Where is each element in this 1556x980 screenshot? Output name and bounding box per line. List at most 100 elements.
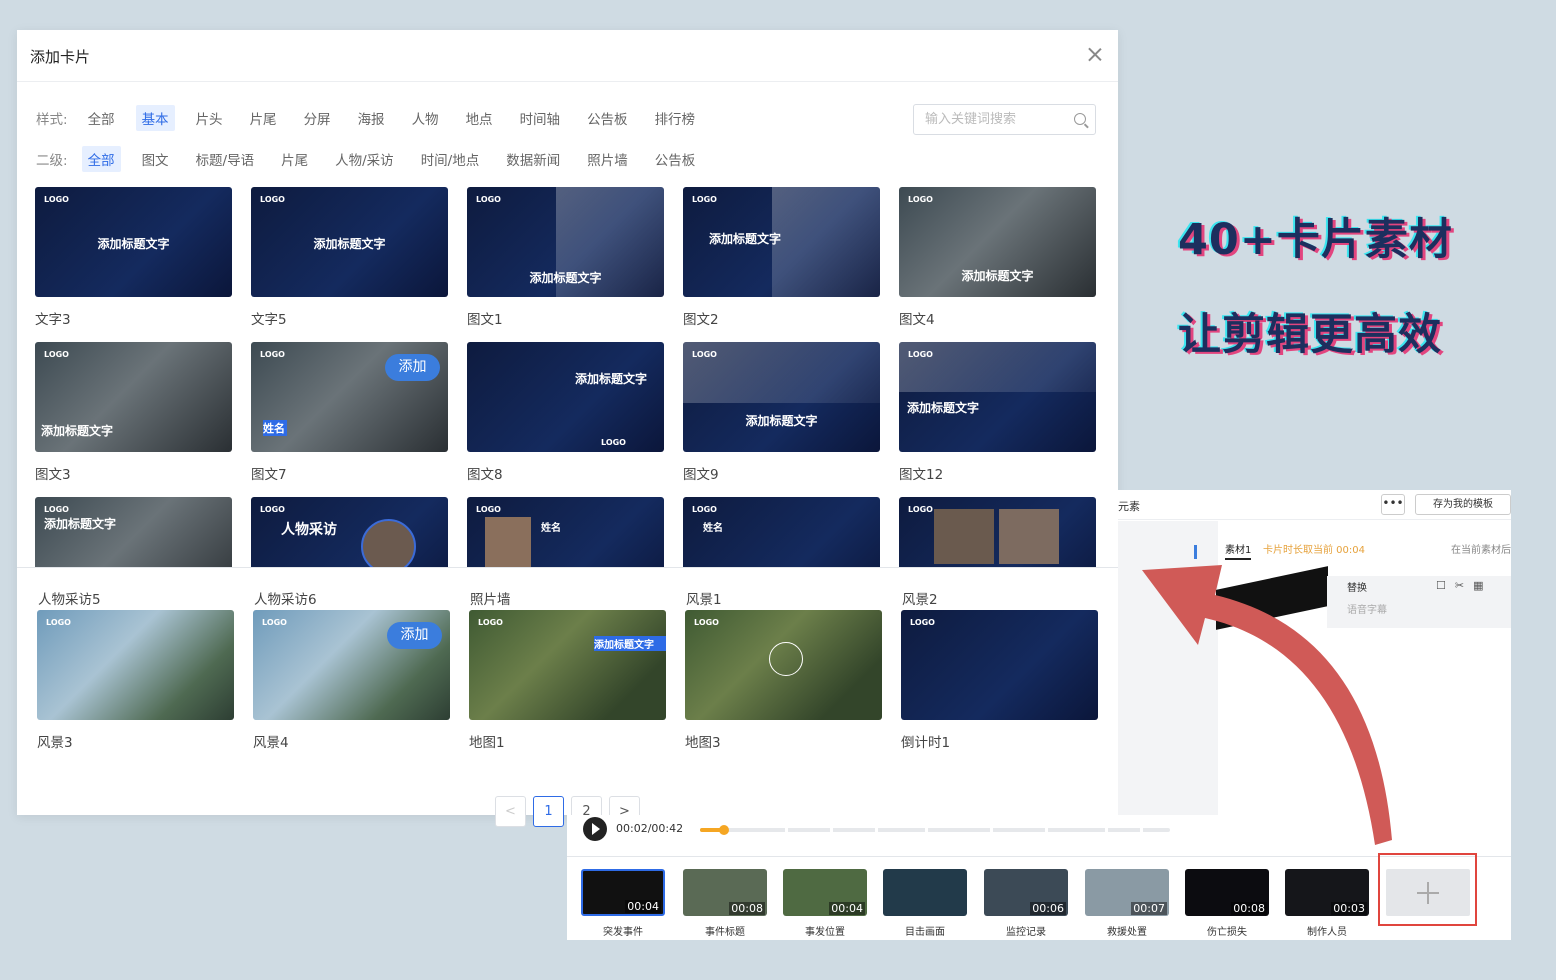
more-button[interactable]: •••	[1381, 494, 1405, 515]
card-thumbnail[interactable]: LOGO 人物采访	[251, 497, 448, 567]
style-chip-all[interactable]: 全部	[82, 105, 121, 131]
clip-thumbnail[interactable]: 00:04	[783, 869, 867, 916]
replace-button[interactable]: 替换	[1347, 579, 1367, 594]
card-item[interactable]: LOGO 添加标题文字 文字3	[35, 187, 232, 328]
card-thumbnail[interactable]: LOGO 姓名 添加	[251, 342, 448, 452]
card-item[interactable]: LOGO 地图3	[685, 610, 882, 751]
card-item[interactable]: LOGO 姓名 添加 图文7	[251, 342, 448, 483]
sub-chip-image-text[interactable]: 图文	[136, 146, 175, 172]
card-item[interactable]: LOGO 添加标题文字 图文1	[467, 187, 664, 328]
play-icon[interactable]	[583, 817, 607, 841]
sub-chip-person-interview[interactable]: 人物/采访	[329, 146, 400, 172]
style-chip-basic[interactable]: 基本	[135, 105, 175, 131]
sub-chip-title-lead[interactable]: 标题/导语	[190, 146, 261, 172]
thumb-logo: LOGO	[44, 195, 69, 204]
clip-thumbnail[interactable]: 00:07	[1085, 869, 1169, 916]
card-thumbnail[interactable]: LOGO 添加标题文字	[899, 342, 1096, 452]
card-thumbnail[interactable]: LOGO 添加标题文字	[683, 187, 880, 297]
material-tab[interactable]: 素材1	[1225, 541, 1252, 560]
sub-chip-ending[interactable]: 片尾	[275, 146, 314, 172]
sub-chip-photo-wall[interactable]: 照片墙	[581, 146, 634, 172]
card-item[interactable]: LOGO 倒计时1	[901, 610, 1098, 751]
close-icon[interactable]	[1084, 44, 1106, 66]
style-chip-ranking[interactable]: 排行榜	[649, 105, 702, 131]
card-label: 风景3	[37, 735, 73, 751]
clip-thumbnail[interactable]: 00:08	[683, 869, 767, 916]
card-thumbnail[interactable]: LOGO 添加标题文字	[35, 342, 232, 452]
card-item[interactable]: LOGO 添加标题文字 地图1	[469, 610, 666, 751]
page-button[interactable]: 1	[533, 796, 564, 827]
card-thumbnail[interactable]: LOGO 添加标题文字	[899, 187, 1096, 297]
style-chip-timeline[interactable]: 时间轴	[514, 105, 567, 131]
add-button[interactable]: 添加	[385, 354, 440, 381]
add-button[interactable]: 添加	[387, 622, 442, 649]
selection-marker	[1194, 545, 1197, 559]
card-item[interactable]: LOGO 添加标题文字 图文8	[467, 342, 664, 483]
card-item[interactable]: LOGO 添加标题文字 图文3	[35, 342, 232, 483]
voice-subtitle-button[interactable]: 语音字幕	[1347, 601, 1387, 616]
timeline-clip[interactable]: 00:08 事件标题	[683, 869, 767, 938]
clip-thumbnail[interactable]: 00:03	[1285, 869, 1369, 916]
timeline-clip[interactable]: 00:03 制作人员	[1285, 869, 1369, 938]
sub-chip-data-news[interactable]: 数据新闻	[500, 146, 566, 172]
card-thumbnail[interactable]: LOGO	[901, 610, 1098, 720]
card-thumbnail[interactable]: LOGO 添加标题文字	[251, 187, 448, 297]
timeline-clip[interactable]: 00:07 救援处置	[1085, 869, 1169, 938]
thumb-logo: LOGO	[476, 505, 501, 514]
card-thumbnail[interactable]: LOGO 添加标题文字	[469, 610, 666, 720]
card-item[interactable]: LOGO 风景3	[37, 610, 234, 751]
sub-chip-time-location[interactable]: 时间/地点	[415, 146, 486, 172]
style-chip-poster[interactable]: 海报	[352, 105, 391, 131]
playback-time: 00:02/00:42	[616, 822, 684, 835]
card-thumbnail[interactable]: LOGO 添加	[253, 610, 450, 720]
add-clip-button[interactable]	[1386, 869, 1470, 916]
card-thumbnail[interactable]: LOGO 添加标题文字	[467, 342, 664, 452]
card-thumbnail[interactable]: LOGO 添加标题文字	[683, 342, 880, 452]
card-item[interactable]: LOGO 人物采访	[251, 497, 448, 567]
card-thumbnail[interactable]: LOGO	[899, 497, 1096, 567]
timeline-clip[interactable]: 00:04 突发事件	[581, 869, 665, 938]
card-thumbnail[interactable]: LOGO	[685, 610, 882, 720]
insert-position-hint[interactable]: 在当前素材后	[1451, 541, 1511, 556]
style-chip-location[interactable]: 地点	[460, 105, 499, 131]
prev-page-button[interactable]: <	[495, 796, 526, 827]
progress-track[interactable]	[700, 825, 1170, 835]
save-template-button[interactable]: 存为我的模板	[1415, 494, 1511, 515]
timeline-clip[interactable]: 00:04 事发位置	[783, 869, 867, 938]
style-chip-opening[interactable]: 片头	[190, 105, 229, 131]
sub-chip-bulletin[interactable]: 公告板	[649, 146, 702, 172]
card-thumbnail[interactable]: LOGO 姓名	[683, 497, 880, 567]
card-item[interactable]: LOGO 添加标题文字 文字5	[251, 187, 448, 328]
style-chip-ending[interactable]: 片尾	[244, 105, 283, 131]
card-item[interactable]: LOGO 添加标题文字	[35, 497, 232, 567]
card-item[interactable]: LOGO	[899, 497, 1096, 567]
card-thumbnail[interactable]: LOGO 添加标题文字	[467, 187, 664, 297]
card-thumbnail[interactable]: LOGO 添加标题文字	[35, 187, 232, 297]
timeline-clip[interactable]: 目击画面	[883, 869, 967, 938]
style-chip-person[interactable]: 人物	[406, 105, 445, 131]
clip-thumbnail[interactable]	[883, 869, 967, 916]
clip-thumbnail[interactable]: 00:08	[1185, 869, 1269, 916]
edit-tools-icons[interactable]: ☐✂▦	[1436, 579, 1492, 592]
search-icon[interactable]	[1074, 113, 1086, 125]
progress-handle[interactable]	[718, 825, 729, 835]
card-item[interactable]: LOGO 添加标题文字 图文4	[899, 187, 1096, 328]
timeline-clip[interactable]: 00:08 伤亡损失	[1185, 869, 1269, 938]
card-thumbnail[interactable]: LOGO 添加标题文字	[35, 497, 232, 567]
clip-thumbnail[interactable]: 00:04	[581, 869, 665, 916]
card-item[interactable]: LOGO 姓名	[683, 497, 880, 567]
card-item[interactable]: LOGO 添加标题文字 图文9	[683, 342, 880, 483]
thumb-title: 添加标题文字	[529, 271, 602, 285]
style-chip-split[interactable]: 分屏	[298, 105, 337, 131]
search-input[interactable]	[914, 105, 1064, 134]
card-thumbnail[interactable]: LOGO 姓名	[467, 497, 664, 567]
card-item[interactable]: LOGO 姓名	[467, 497, 664, 567]
card-thumbnail[interactable]: LOGO	[37, 610, 234, 720]
timeline-clip[interactable]: 00:06 监控记录	[984, 869, 1068, 938]
card-item[interactable]: LOGO 添加标题文字 图文12	[899, 342, 1096, 483]
card-item[interactable]: LOGO 添加标题文字 图文2	[683, 187, 880, 328]
card-item[interactable]: LOGO 添加 风景4	[253, 610, 450, 751]
sub-chip-all[interactable]: 全部	[81, 146, 121, 172]
style-chip-bulletin[interactable]: 公告板	[581, 105, 634, 131]
clip-thumbnail[interactable]: 00:06	[984, 869, 1068, 916]
